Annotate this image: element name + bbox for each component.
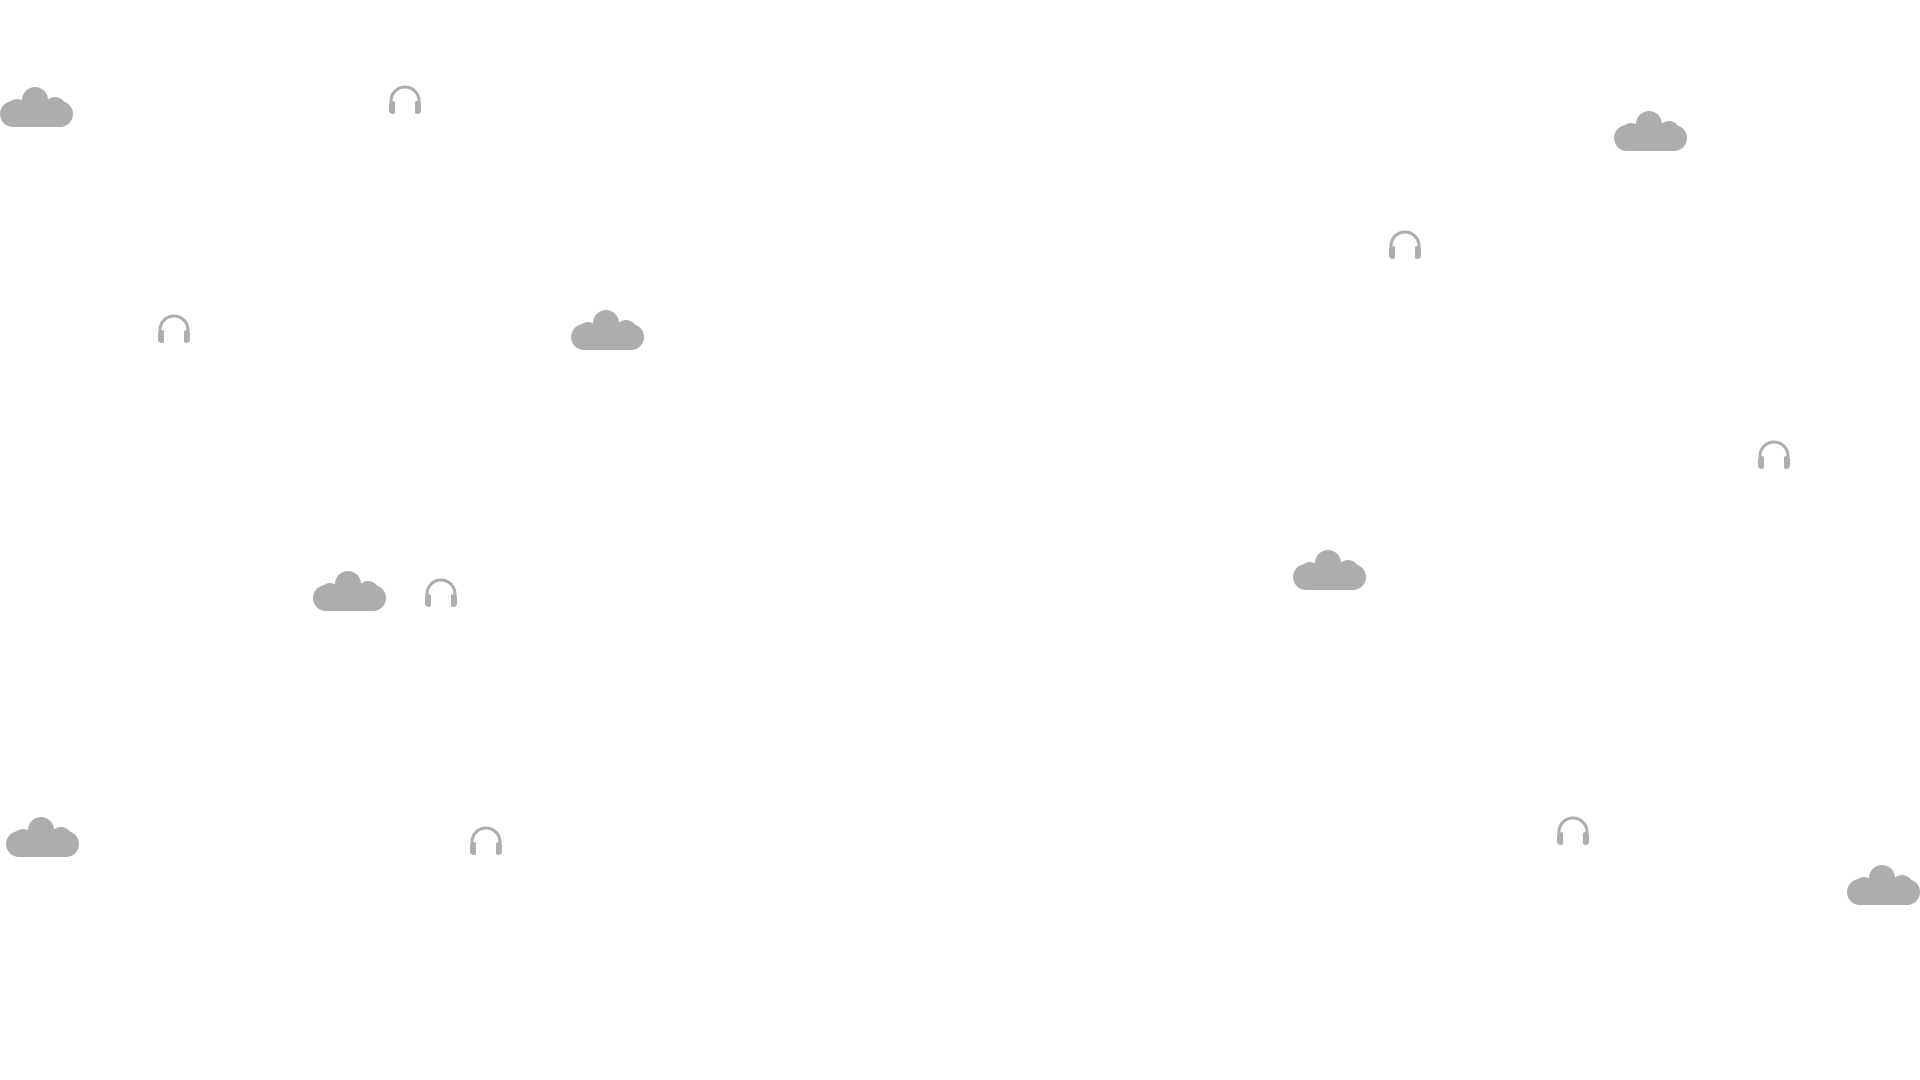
headphones-icon <box>154 314 194 346</box>
cloud-icon <box>6 814 79 857</box>
headphones-icon <box>466 826 506 858</box>
pattern-background <box>0 0 1920 1080</box>
cloud-icon <box>571 307 644 350</box>
headphones-icon <box>421 578 461 610</box>
headphones-icon <box>1385 230 1425 262</box>
headphones-icon <box>385 85 425 117</box>
cloud-icon <box>1293 547 1366 590</box>
cloud-icon <box>313 568 386 611</box>
cloud-icon <box>1847 862 1920 905</box>
headphones-icon <box>1553 816 1593 848</box>
cloud-icon <box>0 84 73 127</box>
headphones-icon <box>1754 440 1794 472</box>
cloud-icon <box>1614 108 1687 151</box>
